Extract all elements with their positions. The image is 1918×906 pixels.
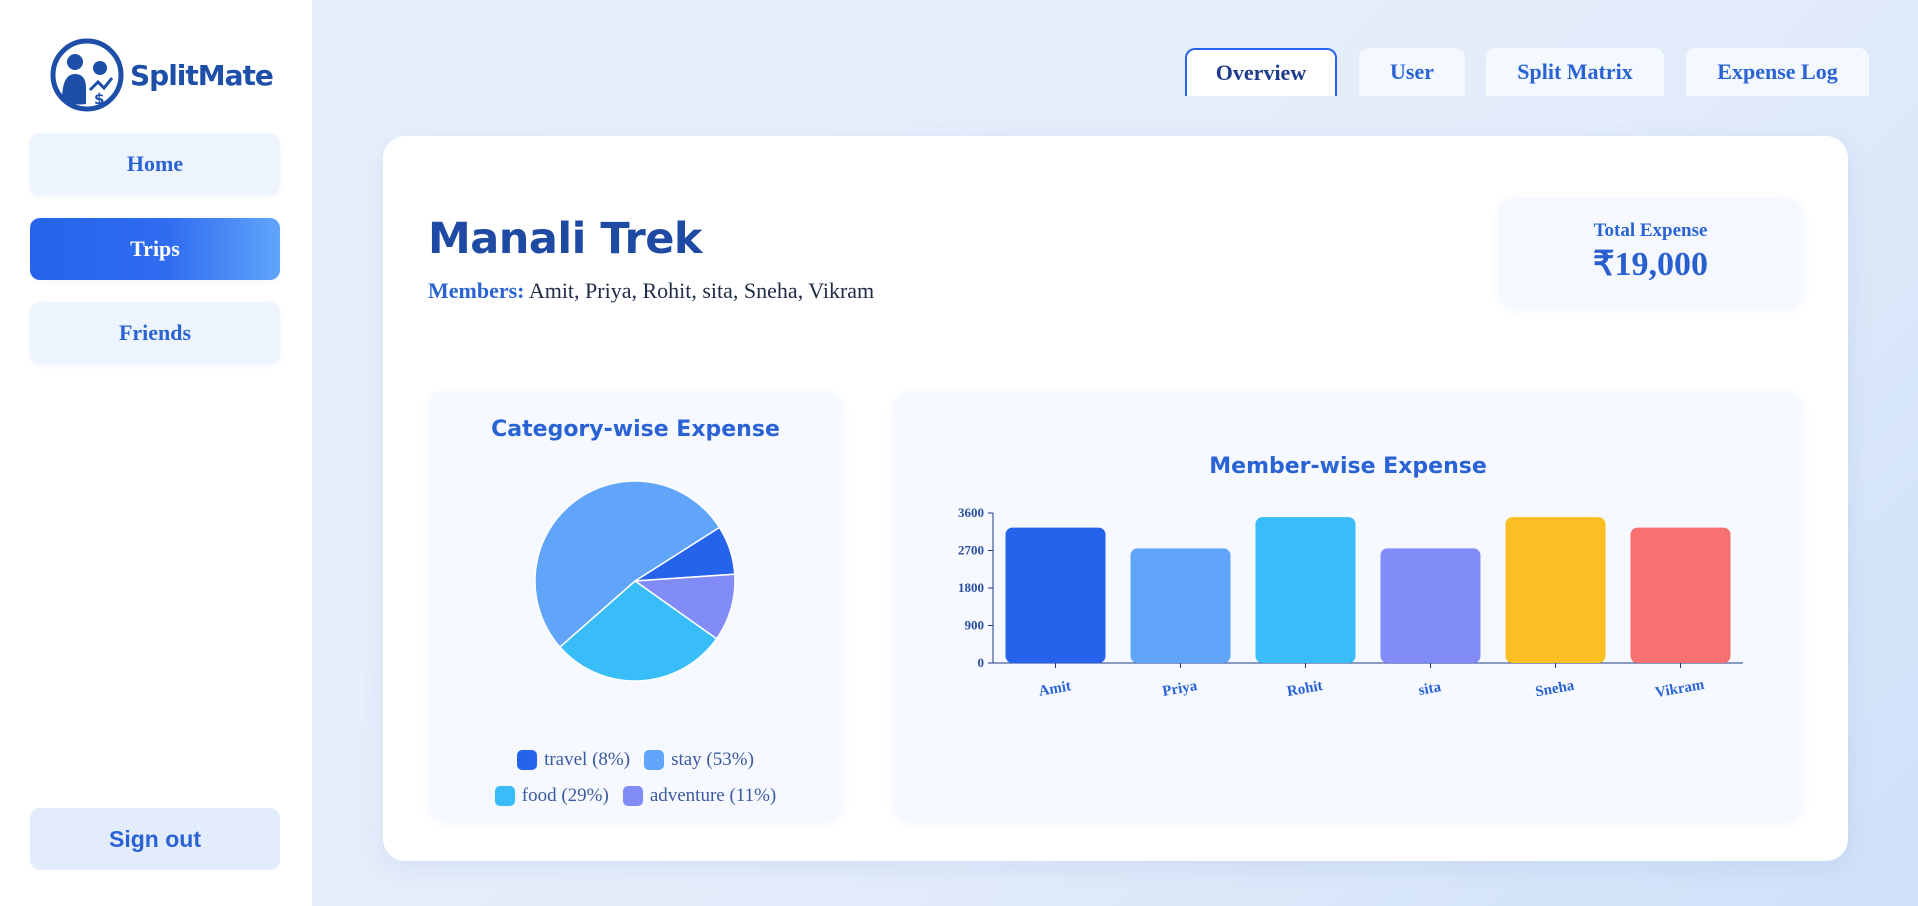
category-pie-chart bbox=[534, 481, 736, 682]
app-logo[interactable]: $ SplitMate bbox=[50, 38, 274, 112]
trip-members: Members: Amit, Priya, Rohit, sita, Sneha… bbox=[428, 278, 874, 304]
member-chart-title: Member-wise Expense bbox=[1209, 454, 1487, 479]
category-legend: travel (8%) stay (53%) food (29%) advent… bbox=[428, 749, 843, 821]
bar-amit[interactable] bbox=[1005, 527, 1106, 663]
trip-title: Manali Trek bbox=[428, 214, 702, 264]
tab-overview[interactable]: Overview bbox=[1185, 48, 1337, 96]
app-name: SplitMate bbox=[130, 58, 274, 92]
x-tick-label: Vikram bbox=[1654, 677, 1706, 701]
total-expense-value: ₹19,000 bbox=[1592, 246, 1709, 283]
sidebar-item-home[interactable]: Home bbox=[30, 133, 280, 195]
bar-sita[interactable] bbox=[1380, 548, 1481, 663]
category-chart-title: Category-wise Expense bbox=[491, 417, 780, 442]
legend-label-adventure: adventure (11%) bbox=[649, 785, 777, 806]
bar-rohit[interactable] bbox=[1255, 517, 1356, 663]
sign-out-button[interactable]: Sign out bbox=[30, 808, 280, 870]
member-chart-panel: Member-wise Expense 0 900 1800 2700 3600 Amit… bbox=[893, 391, 1803, 821]
x-tick-label: Priya bbox=[1161, 678, 1199, 700]
bar-priya[interactable] bbox=[1130, 548, 1231, 663]
bar-sneha[interactable] bbox=[1505, 517, 1606, 663]
legend-item-food: food (29%) bbox=[494, 785, 609, 807]
legend-item-stay: stay (53%) bbox=[644, 749, 754, 771]
tab-split-matrix[interactable]: Split Matrix bbox=[1486, 48, 1664, 96]
x-tick-label: Sneha bbox=[1534, 678, 1576, 701]
x-tick-label: sita bbox=[1417, 679, 1442, 699]
legend-item-adventure: adventure (11%) bbox=[622, 785, 777, 807]
sidebar: $ SplitMate Home Trips Friends Sign out bbox=[0, 0, 312, 906]
legend-label-food: food (29%) bbox=[521, 785, 609, 806]
legend-swatch-adventure bbox=[622, 786, 643, 806]
member-bar-chart: 0 900 1800 2700 3600 Amit Priya Rohit sita Sneha V… bbox=[958, 505, 1743, 701]
x-tick-label: Amit bbox=[1037, 678, 1072, 699]
legend-label-stay: stay (53%) bbox=[671, 749, 754, 770]
y-tick-label: 2700 bbox=[958, 543, 984, 558]
splitmate-logo-icon: $ bbox=[50, 38, 124, 112]
y-tick-label: 3600 bbox=[958, 505, 984, 520]
sidebar-item-trips[interactable]: Trips bbox=[30, 218, 280, 280]
legend-swatch-food bbox=[494, 786, 515, 806]
legend-swatch-travel bbox=[517, 750, 538, 770]
y-tick-label: 1800 bbox=[958, 580, 984, 595]
members-label: Members: bbox=[428, 278, 525, 303]
trip-overview-card: Manali Trek Members: Amit, Priya, Rohit,… bbox=[383, 136, 1848, 861]
category-chart-panel: Category-wise Expense travel (8%) stay (… bbox=[428, 391, 843, 821]
y-tick-label: 900 bbox=[965, 618, 985, 633]
x-tick-label: Rohit bbox=[1286, 678, 1324, 700]
tab-expense-log[interactable]: Expense Log bbox=[1686, 48, 1869, 96]
y-tick-label: 0 bbox=[978, 655, 985, 670]
legend-swatch-stay bbox=[644, 750, 665, 770]
members-list: Amit, Priya, Rohit, sita, Sneha, Vikram bbox=[528, 278, 875, 303]
bar-vikram[interactable] bbox=[1630, 527, 1731, 663]
total-expense-box: Total Expense ₹19,000 bbox=[1498, 198, 1803, 308]
legend-label-travel: travel (8%) bbox=[544, 749, 631, 770]
legend-item-travel: travel (8%) bbox=[517, 749, 630, 771]
svg-text:$: $ bbox=[94, 90, 104, 108]
sidebar-item-friends[interactable]: Friends bbox=[30, 302, 280, 364]
tab-user[interactable]: User bbox=[1359, 48, 1465, 96]
total-expense-label: Total Expense bbox=[1593, 220, 1708, 241]
